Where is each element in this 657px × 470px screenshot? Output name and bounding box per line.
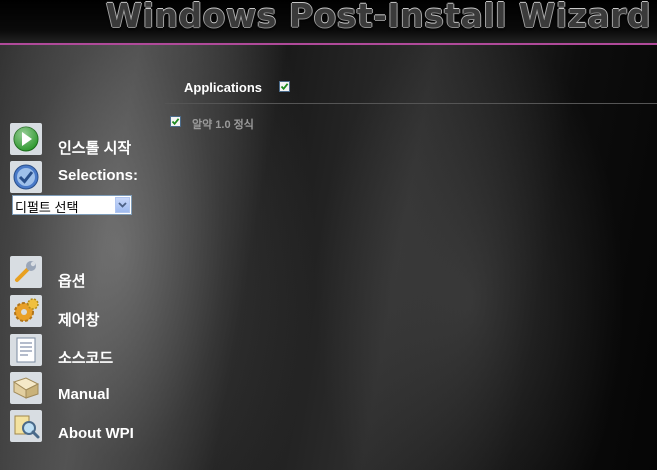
selection-dropdown[interactable]: 디펄트 선택 <box>12 195 132 215</box>
wrench-icon[interactable] <box>10 256 42 288</box>
selection-value: 디펄트 선택 <box>15 200 79 215</box>
control-panel-button[interactable]: 제어창 <box>58 309 99 330</box>
selections-label: Selections: <box>58 167 139 184</box>
item-checkbox[interactable] <box>170 116 181 127</box>
applications-label: Applications <box>184 80 263 95</box>
manual-button[interactable]: Manual <box>58 386 110 403</box>
install-start-button[interactable]: 인스톨 시작 <box>58 137 131 158</box>
magnifier-icon[interactable] <box>10 410 42 442</box>
item-label: 알약 1.0 정식 <box>192 119 254 131</box>
checkmark-icon <box>10 161 42 193</box>
document-icon[interactable] <box>10 334 42 366</box>
applications-header: Applications <box>165 76 657 104</box>
source-code-button[interactable]: 소스코드 <box>58 347 113 368</box>
app-title: Windows Post-Install Wizard <box>105 0 651 35</box>
play-icon[interactable] <box>10 123 42 155</box>
about-wpi-button[interactable]: About WPI <box>58 425 134 442</box>
title-bar: Windows Post-Install Wizard <box>0 0 657 45</box>
chevron-down-icon[interactable] <box>115 197 130 213</box>
book-icon[interactable] <box>10 372 42 404</box>
gear-icon[interactable] <box>10 295 42 327</box>
applications-checkbox[interactable] <box>279 81 290 92</box>
options-button[interactable]: 옵션 <box>58 270 86 291</box>
